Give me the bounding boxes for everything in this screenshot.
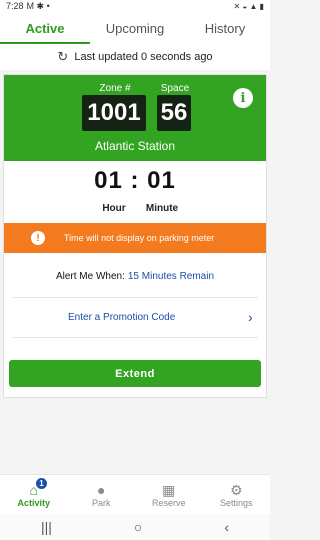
system-nav-bar: ||| ○ ‹ xyxy=(0,514,270,540)
back-icon[interactable]: ‹ xyxy=(224,519,229,535)
refresh-icon[interactable]: ↻ xyxy=(57,49,68,65)
chevron-right-icon: › xyxy=(248,309,253,325)
alert-icon: ! xyxy=(31,231,45,245)
nav-reserve[interactable]: ▦ Reserve xyxy=(135,475,203,514)
last-updated-row[interactable]: ↻ Last updated 0 seconds ago xyxy=(0,44,270,70)
notification-badge: 1 xyxy=(36,478,47,489)
calendar-icon: ▦ xyxy=(162,481,176,498)
warning-text: Time will not display on parking meter xyxy=(64,233,215,243)
status-right-icons: ✕ ◒ ▲ ▮ xyxy=(233,1,264,11)
nav-activity-label: Activity xyxy=(17,497,50,508)
tab-history[interactable]: History xyxy=(180,12,270,44)
time-remaining: 01 : 01 xyxy=(94,167,176,194)
promotion-code-label: Enter a Promotion Code xyxy=(68,311,176,323)
space-label: Space xyxy=(160,83,190,94)
tab-active[interactable]: Active xyxy=(0,12,90,44)
hour-label: Hour xyxy=(102,203,126,214)
zone-number: 1001 xyxy=(82,95,146,131)
promotion-code-row[interactable]: Enter a Promotion Code › xyxy=(4,303,266,331)
zone-label: Zone # xyxy=(99,83,131,94)
divider xyxy=(12,297,258,298)
last-updated-text: Last updated 0 seconds ago xyxy=(74,51,213,63)
nav-settings[interactable]: ⚙ Settings xyxy=(203,475,271,514)
meter-warning-banner: ! Time will not display on parking meter xyxy=(4,223,266,253)
location-name: Atlantic Station xyxy=(94,139,176,153)
status-left: 7:28 M ✱ • xyxy=(6,1,50,12)
gear-icon: ⚙ xyxy=(229,481,243,498)
recent-apps-icon[interactable]: ||| xyxy=(41,519,52,535)
bottom-nav: ⌂ 1 Activity ● Park ▦ Reserve ⚙ Settings xyxy=(0,474,270,514)
nav-settings-label: Settings xyxy=(219,497,253,508)
notification-icons: M ✱ • xyxy=(26,0,50,11)
info-icon[interactable]: i xyxy=(233,88,253,108)
tab-upcoming[interactable]: Upcoming xyxy=(90,12,180,44)
space-number: 56 xyxy=(157,95,191,131)
status-time: 7:28 xyxy=(6,1,24,11)
nav-park[interactable]: ● Park xyxy=(68,475,136,514)
extend-button[interactable]: Extend xyxy=(9,360,261,387)
divider xyxy=(12,337,258,338)
alert-value[interactable]: 15 Minutes Remain xyxy=(128,271,214,282)
tab-bar: Active Upcoming History xyxy=(0,12,270,44)
nav-activity[interactable]: ⌂ 1 Activity xyxy=(0,475,68,514)
park-icon: ● xyxy=(97,481,106,498)
nav-park-label: Park xyxy=(91,497,111,508)
status-bar: 7:28 M ✱ • ✕ ◒ ▲ ▮ xyxy=(0,0,270,12)
alert-setting-row[interactable]: Alert Me When: 15 Minutes Remain xyxy=(4,261,266,291)
home-button-icon[interactable]: ○ xyxy=(134,519,142,535)
active-session-card: Zone # Space 1001 56 Atlantic Station i … xyxy=(3,74,267,398)
alert-label: Alert Me When: xyxy=(55,270,125,282)
session-header: Zone # Space 1001 56 Atlantic Station i xyxy=(4,75,266,161)
nav-reserve-label: Reserve xyxy=(151,497,186,508)
minute-label: Minute xyxy=(145,203,179,214)
